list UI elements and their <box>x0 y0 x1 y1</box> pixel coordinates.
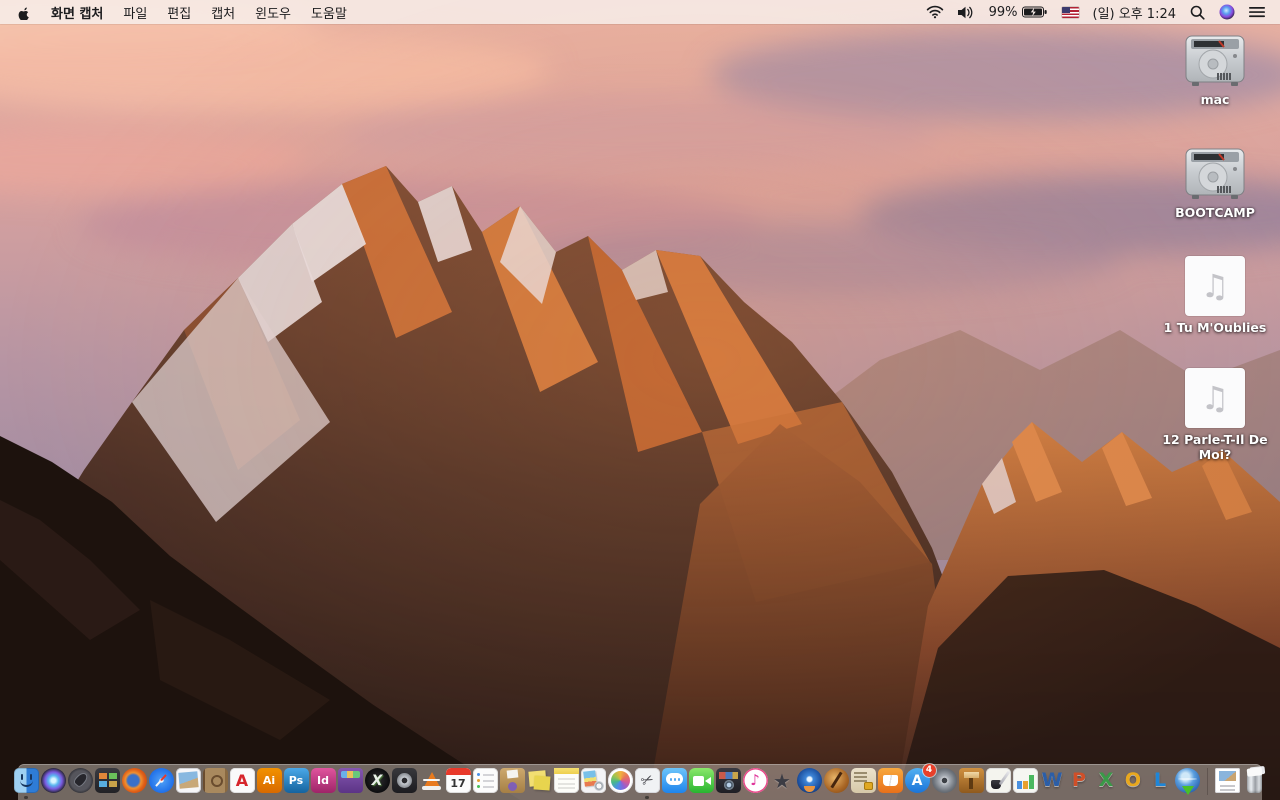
outlook-glyph: O <box>1124 769 1142 791</box>
dock-finder-icon[interactable] <box>13 768 39 799</box>
appstore-badge: 4 <box>922 764 936 777</box>
dock-indesign-icon[interactable]: Id <box>310 768 336 793</box>
wifi-icon[interactable] <box>919 0 951 24</box>
desktop-icon-audio-file-2[interactable]: ♫ 12 Parle-T-Il De Moi? <box>1152 368 1278 462</box>
dock-docfile-icon[interactable] <box>1214 768 1240 793</box>
desktop-screen: 화면 캡처 파일 편집 캡처 윈도우 도움말 99% (일) 오후 1:24 m… <box>0 0 1280 800</box>
illustrator-glyph: Ai <box>262 774 276 787</box>
indesign-glyph: Id <box>317 774 329 787</box>
imovie-glyph: ★ <box>773 768 791 793</box>
dock-launchpad-icon[interactable] <box>67 768 93 793</box>
dock-vlc-icon[interactable] <box>419 768 444 793</box>
desktop-icon-bootcamp-drive[interactable]: BOOTCAMP <box>1152 147 1278 220</box>
desktop-label: BOOTCAMP <box>1175 205 1255 220</box>
dock-itunes-icon[interactable]: ♪ <box>742 768 768 793</box>
itunes-glyph: ♪ <box>750 771 760 789</box>
dock-contacts-icon[interactable] <box>202 768 228 793</box>
battery-status[interactable]: 99% <box>982 0 1055 24</box>
dock-firefox-icon[interactable] <box>121 768 147 793</box>
dock-messages-icon[interactable] <box>661 768 687 793</box>
powerpoint-glyph: P <box>1072 769 1086 791</box>
battery-charging-icon <box>1021 6 1047 18</box>
dock-trash-icon[interactable] <box>1242 768 1267 793</box>
dock-photos-icon[interactable] <box>607 768 633 793</box>
input-source-flag-icon[interactable] <box>1055 0 1086 24</box>
audio-file-icon: ♫ <box>1185 368 1245 428</box>
dock-illustrator-icon[interactable]: Ai <box>256 768 282 793</box>
dock-powerpoint-icon[interactable]: P <box>1067 768 1092 793</box>
menu-clock[interactable]: (일) 오후 1:24 <box>1086 0 1183 24</box>
excel-glyph: X <box>1098 769 1114 791</box>
calendar-glyph: 17 <box>450 777 466 790</box>
dock-ibooks-icon[interactable] <box>877 768 903 793</box>
apple-menu-icon[interactable] <box>10 5 41 20</box>
dock-photobooth-icon[interactable] <box>715 768 741 793</box>
dock-preview-icon[interactable] <box>175 768 201 793</box>
desktop-label: 12 Parle-T-Il De Moi? <box>1162 432 1268 462</box>
siri-icon[interactable] <box>1212 0 1242 24</box>
dock-photocards-icon[interactable] <box>580 768 606 793</box>
notification-center-icon[interactable] <box>1242 0 1272 24</box>
desktop-icon-mac-drive[interactable]: mac <box>1152 34 1278 107</box>
menu-file[interactable]: 파일 <box>113 0 157 24</box>
desktop-label: mac <box>1200 92 1230 107</box>
dock-unarchiver-icon[interactable] <box>499 768 525 793</box>
dock-excel-icon[interactable]: X <box>1094 768 1119 793</box>
wallpaper <box>0 0 1280 800</box>
menu-app-name[interactable]: 화면 캡처 <box>41 0 113 24</box>
dock-siri-icon[interactable] <box>40 768 66 793</box>
desktop-icon-audio-file-1[interactable]: ♫ 1 Tu M'Oublies <box>1152 256 1278 335</box>
dock-lync-icon[interactable]: L <box>1148 768 1173 793</box>
dock-imovie-icon[interactable]: ★ <box>770 768 795 793</box>
lync-glyph: L <box>1153 769 1167 791</box>
desktop-label: 1 Tu M'Oublies <box>1163 320 1267 335</box>
music-note-icon: ♫ <box>1200 379 1230 417</box>
menu-bar: 화면 캡처 파일 편집 캡처 윈도우 도움말 99% (일) 오후 1:24 <box>0 0 1280 24</box>
hard-drive-icon <box>1185 148 1245 199</box>
dock-acrobat-icon[interactable]: A <box>229 768 255 793</box>
music-note-icon: ♫ <box>1200 267 1230 305</box>
dock-dvd-icon[interactable] <box>796 768 822 793</box>
dock-pages-icon[interactable] <box>985 768 1011 793</box>
dock-photoshop-icon[interactable]: Ps <box>283 768 309 793</box>
dock-appstore-icon[interactable]: A4 <box>904 764 936 793</box>
volume-icon[interactable] <box>951 0 982 24</box>
dock-word-icon[interactable]: W <box>1040 768 1065 793</box>
dock-stickies-icon[interactable] <box>527 768 552 793</box>
audio-file-icon: ♫ <box>1185 256 1245 316</box>
dock-toolbox-icon[interactable] <box>337 768 363 793</box>
menu-help[interactable]: 도움말 <box>301 0 357 24</box>
photoshop-glyph: Ps <box>288 774 304 787</box>
dock-mission-control-icon[interactable] <box>94 768 120 793</box>
battery-percent: 99% <box>988 4 1018 20</box>
dock-facetime-icon[interactable] <box>688 768 714 793</box>
dock-safari-icon[interactable] <box>148 768 174 793</box>
dock-downloader-icon[interactable] <box>1174 768 1200 795</box>
dock-notes-icon[interactable] <box>553 768 579 793</box>
dock-garageband-icon[interactable] <box>823 768 849 793</box>
dock-calendar-icon[interactable]: 17 <box>445 768 471 793</box>
dock-x11-icon[interactable]: X <box>364 768 390 793</box>
finder-running-indicator <box>24 795 28 799</box>
spotlight-icon[interactable] <box>1183 0 1212 24</box>
acrobat-glyph: A <box>235 770 249 790</box>
grab-running-indicator <box>645 795 649 799</box>
dock-securedocs-icon[interactable] <box>850 768 876 793</box>
dock-separator <box>1206 768 1208 795</box>
grab-glyph: ✂ <box>637 769 657 791</box>
word-glyph: W <box>1041 769 1063 791</box>
dock-grab-icon[interactable]: ✂ <box>634 768 660 799</box>
dock: A Ai Ps Id X 17 ✂ ♪ ★ A 4 W P X O L <box>13 764 1262 800</box>
menu-window[interactable]: 윈도우 <box>245 0 301 24</box>
dock-keynote-icon[interactable] <box>958 768 984 793</box>
hard-drive-icon <box>1185 35 1245 86</box>
dock-diskutil-icon[interactable] <box>391 768 417 793</box>
dock-reminders-icon[interactable] <box>472 768 498 793</box>
dock-outlook-icon[interactable]: O <box>1121 768 1146 793</box>
menu-edit[interactable]: 편집 <box>157 0 201 24</box>
dock-numbers-icon[interactable] <box>1012 768 1038 793</box>
menu-capture[interactable]: 캡처 <box>201 0 245 24</box>
x11-glyph: X <box>371 772 383 789</box>
